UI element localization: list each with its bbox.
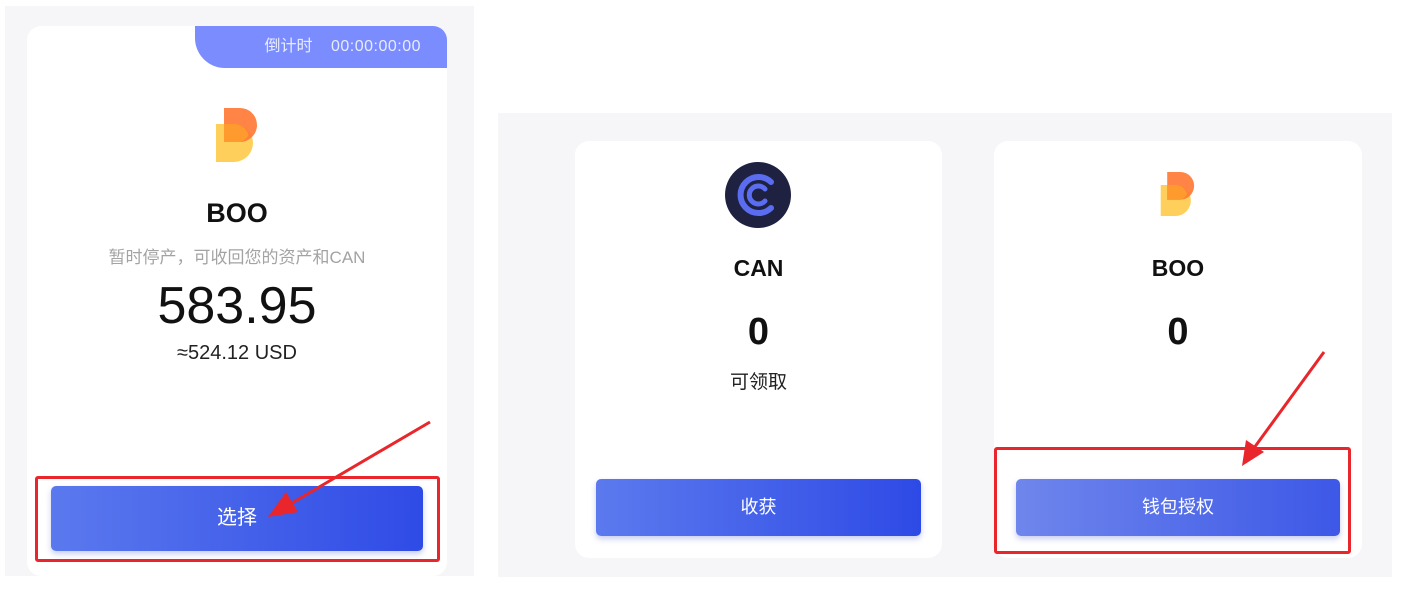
- can-amount: 0: [747, 311, 770, 353]
- countdown-banner: 倒计时 00:00:00:00: [195, 26, 447, 68]
- highlight-box-approve: [994, 447, 1351, 554]
- highlight-box-select: [35, 476, 440, 562]
- pool-usd-value: ≈524.12 USD: [177, 342, 297, 364]
- boo-logo-icon: [216, 108, 257, 162]
- boo-token-name: BOO: [1151, 255, 1205, 281]
- boo-logo-icon: [1160, 172, 1195, 216]
- countdown-value: 00:00:00:00: [330, 38, 421, 55]
- can-claimable-label: 可领取: [729, 372, 787, 393]
- pool-description: 暂时停产，可收回您的资产和CAN: [108, 248, 366, 267]
- can-token-name: CAN: [733, 255, 784, 281]
- countdown-label: 倒计时: [264, 38, 313, 55]
- can-logo-icon: [725, 162, 791, 228]
- boo-amount: 0: [1167, 311, 1189, 353]
- harvest-button[interactable]: 收获: [596, 479, 921, 536]
- pool-amount: 583.95: [157, 277, 317, 335]
- pool-token-name: BOO: [206, 198, 268, 228]
